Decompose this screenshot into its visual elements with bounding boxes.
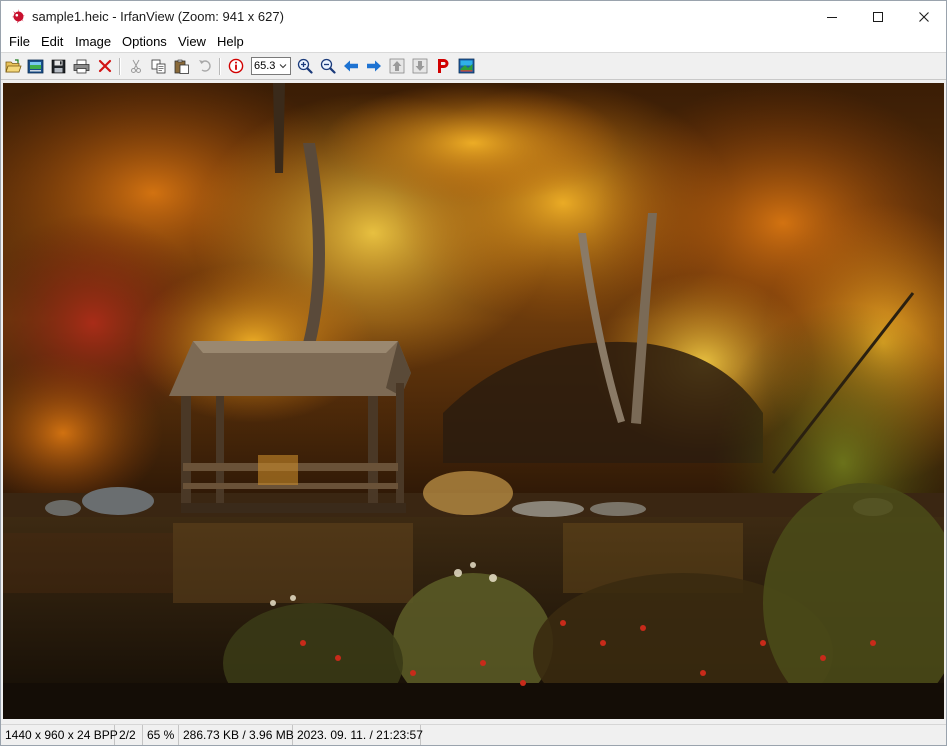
print-button[interactable]: [72, 57, 90, 75]
status-bar: 1440 x 960 x 24 BPP 2/2 65 % 286.73 KB /…: [1, 724, 946, 745]
zoom-in-button[interactable]: [296, 57, 314, 75]
minimize-icon: [827, 16, 837, 18]
title-bar[interactable]: sample1.heic - IrfanView (Zoom: 941 x 62…: [1, 1, 946, 32]
delete-button[interactable]: [96, 57, 114, 75]
open-folder-icon: [4, 58, 22, 72]
print-icon: [73, 59, 89, 73]
first-icon: [389, 58, 405, 74]
undo-icon: [198, 60, 211, 72]
menu-file[interactable]: File: [9, 34, 30, 49]
last-icon: [412, 58, 428, 74]
zoom-combo-value: 65.3: [254, 60, 276, 72]
about-button[interactable]: [457, 57, 475, 75]
next-file-button[interactable]: [365, 57, 383, 75]
about-icon: [458, 58, 474, 74]
copy-icon: [151, 59, 166, 73]
minimize-button[interactable]: [809, 1, 855, 32]
info-icon: [228, 58, 244, 74]
irfanview-app-icon[interactable]: [10, 8, 27, 25]
status-filesize: 286.73 KB / 3.96 MB: [179, 725, 294, 745]
status-dimensions: 1440 x 960 x 24 BPP: [1, 725, 118, 745]
toolbar: 65.3: [1, 52, 946, 80]
autumn-pond-gazebo-photo: [3, 83, 944, 719]
menu-image[interactable]: Image: [75, 34, 111, 49]
undo-button[interactable]: [196, 57, 214, 75]
zoom-out-icon: [320, 58, 336, 74]
image-info-button[interactable]: [227, 57, 245, 75]
menu-bar: File Edit Image Options View Help: [1, 32, 946, 52]
maximize-button[interactable]: [855, 1, 901, 32]
image-viewport[interactable]: [3, 83, 944, 719]
thumbnails-button[interactable]: [26, 57, 44, 75]
menu-options[interactable]: Options: [122, 34, 167, 49]
zoom-combo[interactable]: 65.3: [251, 57, 291, 75]
irfanview-window: sample1.heic - IrfanView (Zoom: 941 x 62…: [0, 0, 947, 746]
status-zoom: 65 %: [143, 725, 179, 745]
menu-help[interactable]: Help: [217, 34, 244, 49]
open-button[interactable]: [4, 57, 22, 75]
paint-icon: [438, 59, 449, 73]
zoom-in-icon: [297, 58, 313, 74]
zoom-out-button[interactable]: [319, 57, 337, 75]
thumbnails-icon: [27, 59, 43, 73]
cut-button[interactable]: [127, 57, 145, 75]
paste-button[interactable]: [173, 57, 191, 75]
copy-button[interactable]: [150, 57, 168, 75]
paint-button[interactable]: [434, 57, 452, 75]
close-button[interactable]: [901, 1, 947, 32]
close-icon: [919, 11, 929, 22]
window-title: sample1.heic - IrfanView (Zoom: 941 x 62…: [32, 9, 284, 24]
toolbar-separator: [219, 58, 221, 75]
previous-icon: [344, 60, 358, 72]
delete-icon: [98, 59, 112, 73]
previous-file-button[interactable]: [342, 57, 360, 75]
status-index: 2/2: [115, 725, 143, 745]
maximize-icon: [873, 11, 883, 22]
menu-view[interactable]: View: [178, 34, 206, 49]
next-icon: [367, 60, 381, 72]
status-datetime: 2023. 09. 11. / 21:23:57: [293, 725, 423, 745]
menu-edit[interactable]: Edit: [41, 34, 63, 49]
last-file-button[interactable]: [411, 57, 429, 75]
cut-icon: [131, 59, 141, 73]
save-button[interactable]: [49, 57, 67, 75]
chevron-down-icon[interactable]: [277, 59, 289, 73]
toolbar-separator: [119, 58, 121, 75]
first-file-button[interactable]: [388, 57, 406, 75]
save-icon: [51, 59, 65, 73]
paste-icon: [174, 59, 189, 74]
